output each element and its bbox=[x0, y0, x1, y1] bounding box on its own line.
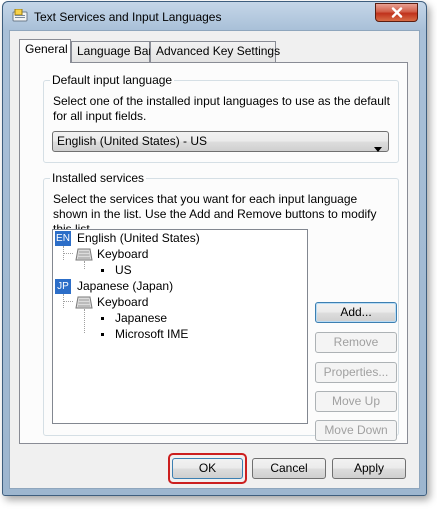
add-button[interactable]: Add... bbox=[315, 302, 397, 323]
close-button[interactable] bbox=[375, 3, 418, 22]
tree-item-japanese-keyboard-label: Keyboard bbox=[97, 295, 149, 309]
general-tab-panel: Default input language Select one of the… bbox=[19, 62, 408, 444]
installed-services-title: Installed services bbox=[50, 171, 147, 185]
tree-item-japanese-label: Japanese (Japan) bbox=[77, 279, 174, 293]
tree-item-layout-us-label: US bbox=[115, 263, 132, 277]
window-title: Text Services and Input Languages bbox=[34, 10, 222, 24]
tree-item-japanese[interactable]: JP Japanese (Japan) bbox=[55, 278, 305, 294]
tree-item-layout-microsoft-ime[interactable]: Microsoft IME bbox=[99, 326, 249, 342]
dialog-client-area: General Language Bar Advanced Key Settin… bbox=[9, 30, 420, 489]
default-input-language-title: Default input language bbox=[50, 73, 175, 87]
keyboard-icon bbox=[75, 296, 93, 313]
installed-services-tree[interactable]: EN English (United States) Keyboard US J… bbox=[52, 229, 308, 424]
dialog-window: Text Services and Input Languages Genera… bbox=[2, 1, 427, 496]
tree-item-layout-japanese-label: Japanese bbox=[115, 311, 168, 325]
default-input-language-group: Default input language Select one of the… bbox=[43, 73, 399, 163]
tree-item-japanese-keyboard[interactable]: Keyboard bbox=[75, 294, 275, 310]
default-input-language-description: Select one of the installed input langua… bbox=[53, 94, 390, 123]
apply-button[interactable]: Apply bbox=[332, 458, 406, 479]
default-input-language-dropdown[interactable]: English (United States) - US bbox=[52, 131, 389, 152]
close-icon bbox=[391, 7, 403, 18]
tree-item-layout-microsoft-ime-label: Microsoft IME bbox=[115, 327, 189, 341]
tree-item-english-label: English (United States) bbox=[77, 231, 200, 245]
text-services-icon bbox=[12, 8, 28, 23]
properties-button[interactable]: Properties... bbox=[315, 362, 397, 383]
tree-item-english-keyboard[interactable]: Keyboard bbox=[75, 246, 275, 262]
language-badge-en: EN bbox=[55, 231, 71, 246]
remove-button[interactable]: Remove bbox=[315, 332, 397, 353]
bullet-icon bbox=[101, 333, 104, 336]
tab-language-bar[interactable]: Language Bar bbox=[71, 41, 152, 62]
tree-connector bbox=[63, 253, 73, 254]
default-input-language-value: English (United States) - US bbox=[57, 134, 208, 148]
keyboard-icon bbox=[75, 248, 93, 265]
installed-services-group: Installed services Select the services t… bbox=[43, 171, 399, 441]
tab-advanced-key-settings[interactable]: Advanced Key Settings bbox=[150, 41, 280, 62]
tab-general[interactable]: General bbox=[19, 39, 71, 63]
title-bar[interactable]: Text Services and Input Languages bbox=[3, 2, 426, 30]
tree-item-layout-japanese[interactable]: Japanese bbox=[99, 310, 249, 326]
move-down-button[interactable]: Move Down bbox=[315, 420, 397, 441]
cancel-button[interactable]: Cancel bbox=[252, 458, 326, 479]
language-badge-jp: JP bbox=[55, 279, 71, 294]
move-up-button[interactable]: Move Up bbox=[315, 391, 397, 412]
tree-connector bbox=[63, 301, 73, 302]
chevron-down-icon bbox=[374, 139, 382, 158]
bullet-icon bbox=[101, 269, 104, 272]
bullet-icon bbox=[101, 317, 104, 320]
tree-item-english-keyboard-label: Keyboard bbox=[97, 247, 149, 261]
tree-item-layout-us[interactable]: US bbox=[99, 262, 249, 278]
tree-item-english[interactable]: EN English (United States) bbox=[55, 230, 305, 246]
ok-button[interactable]: OK bbox=[172, 458, 243, 479]
